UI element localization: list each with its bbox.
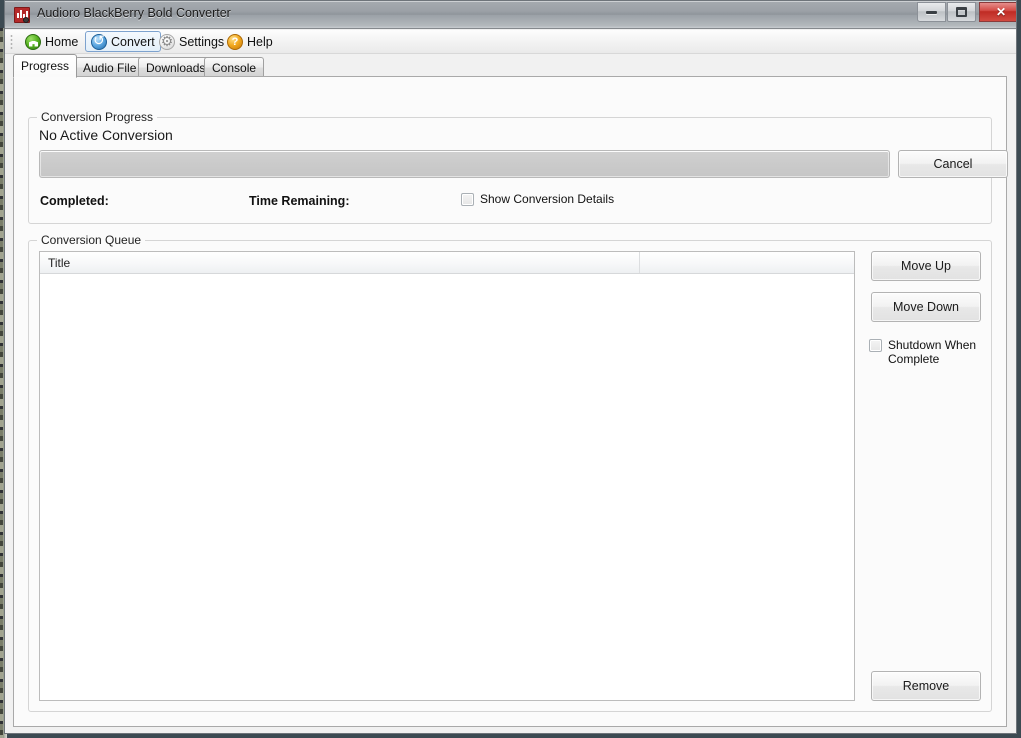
remove-button-label: Remove	[902, 678, 950, 693]
toolbar-item-help-label: Help	[247, 34, 273, 49]
tab-strip: Progress Audio File Downloads Console	[13, 54, 1007, 78]
tab-audio-file[interactable]: Audio File	[75, 57, 145, 77]
window-frame: Audioro BlackBerry Bold Converter ✕ Home	[4, 0, 1017, 734]
toolbar-item-convert-label: Convert	[111, 34, 155, 49]
column-header-title-label: Title	[48, 255, 71, 270]
time-remaining-label: Time Remaining:	[249, 194, 350, 208]
tab-page-progress: Conversion Progress No Active Conversion…	[13, 77, 1008, 727]
maximize-icon	[948, 3, 975, 21]
remove-button[interactable]: Remove	[871, 671, 981, 701]
convert-icon	[91, 32, 107, 50]
shutdown-when-complete-label: Shutdown When Complete	[888, 338, 977, 366]
maximize-button[interactable]	[947, 2, 976, 22]
client-area: Home Convert Settings Help Progres	[5, 30, 1016, 733]
move-down-button-label: Move Down	[893, 299, 959, 314]
column-header-extra[interactable]	[640, 252, 854, 273]
minimize-icon	[918, 3, 945, 21]
shutdown-when-complete-checkbox-box[interactable]	[869, 339, 882, 352]
toolbar-item-convert[interactable]: Convert	[85, 31, 161, 52]
app-icon	[14, 7, 30, 23]
toolbar-item-settings[interactable]: Settings	[153, 31, 230, 52]
move-up-button-label: Move Up	[900, 258, 952, 273]
app-icon-dot	[23, 17, 29, 23]
tab-console-label: Console	[212, 60, 257, 75]
tab-underline	[13, 76, 1007, 77]
home-icon	[25, 33, 41, 50]
conversion-queue-list[interactable]: Title	[39, 251, 855, 701]
show-conversion-details-label: Show Conversion Details	[480, 192, 615, 206]
conversion-status-text: No Active Conversion	[39, 127, 173, 143]
conversion-queue-group-title: Conversion Queue	[37, 233, 146, 247]
toolbar-item-settings-label: Settings	[179, 34, 225, 49]
show-conversion-details-checkbox-box[interactable]	[461, 193, 474, 206]
tab-progress[interactable]: Progress	[13, 54, 78, 78]
title-bar[interactable]: Audioro BlackBerry Bold Converter ✕	[5, 1, 1016, 29]
close-button[interactable]: ✕	[979, 2, 1016, 22]
move-up-button[interactable]: Move Up	[871, 251, 981, 281]
cancel-button[interactable]: Cancel	[898, 150, 1008, 178]
conversion-queue-group: Conversion Queue Title Move Up Move Down…	[28, 233, 992, 712]
gear-icon	[159, 33, 175, 50]
window-title: Audioro BlackBerry Bold Converter	[37, 6, 231, 20]
toolbar-item-home[interactable]: Home	[19, 31, 84, 52]
cancel-button-label: Cancel	[933, 156, 973, 171]
conversion-queue-rows[interactable]	[40, 274, 854, 700]
conversion-queue-header: Title	[40, 252, 854, 274]
tab-downloads-label: Downloads	[146, 60, 206, 75]
completed-label: Completed:	[40, 194, 109, 208]
show-conversion-details-checkbox[interactable]: Show Conversion Details	[461, 192, 614, 206]
conversion-progress-group: Conversion Progress No Active Conversion…	[28, 110, 1008, 224]
toolbar-grip[interactable]	[10, 34, 13, 50]
move-down-button[interactable]: Move Down	[871, 292, 981, 322]
shutdown-when-complete-checkbox[interactable]: Shutdown When Complete	[869, 338, 981, 366]
tab-audio-file-label: Audio File	[83, 60, 137, 75]
application-window: Audioro BlackBerry Bold Converter ✕ Home	[0, 0, 1021, 738]
tab-progress-label: Progress	[21, 59, 70, 73]
conversion-progress-group-title: Conversion Progress	[37, 110, 158, 124]
toolbar-item-home-label: Home	[45, 34, 79, 49]
close-icon: ✕	[995, 5, 1007, 19]
help-icon	[227, 33, 243, 50]
main-toolbar: Home Convert Settings Help	[5, 30, 1016, 54]
tab-console[interactable]: Console	[204, 57, 265, 77]
conversion-progress-bar	[39, 150, 890, 178]
toolbar-item-help[interactable]: Help	[221, 31, 279, 52]
minimize-button[interactable]	[917, 2, 946, 22]
column-header-title[interactable]: Title	[40, 252, 640, 273]
tab-downloads[interactable]: Downloads	[138, 57, 214, 77]
